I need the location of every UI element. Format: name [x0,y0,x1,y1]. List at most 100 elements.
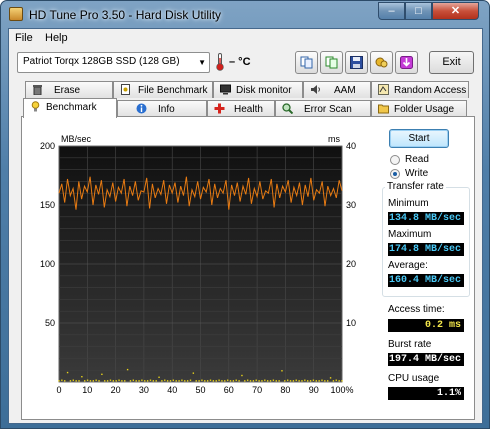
access-time-point [206,380,209,382]
x-tick-label: 30 [139,385,149,395]
transfer-rate-title: Transfer rate [385,181,446,192]
access-time-point [132,379,135,381]
access-time-point [78,380,80,382]
read-radio-dot [390,155,400,165]
access-time-point [158,376,160,378]
access-time-point [141,379,143,381]
tab-label: Random Access [394,85,467,96]
y-tick-right-label: 20 [346,259,356,269]
access-time-point [84,380,86,382]
save-icon [350,56,363,69]
access-time-point [109,379,112,381]
maximize-button[interactable]: □ [405,2,432,20]
access-time-point [306,380,309,382]
access-time-point [86,379,89,381]
access-time-point [226,379,229,381]
save-button[interactable] [345,51,368,74]
exit-button[interactable]: Exit [429,51,474,74]
close-button[interactable]: ✕ [432,2,479,20]
start-button[interactable]: Start [389,129,449,148]
copy-button[interactable] [295,51,318,74]
access-time-point [201,379,203,381]
menu-file[interactable]: File [15,32,33,44]
tab-file-benchmark[interactable]: File Benchmark [113,81,213,98]
tab-info[interactable]: Info [117,100,207,117]
copy-icon [300,56,313,69]
drive-select[interactable]: Patriot Torqx 128GB SSD (128 GB) ▼ [17,52,210,73]
options-icon [375,57,388,68]
access-time-point [146,380,149,382]
access-time-point [112,380,115,382]
burst-rate-value: 197.4 MB/sec [388,353,464,366]
access-time-point [121,380,123,382]
tab-aam[interactable]: AAM [303,81,371,98]
access-time-point [212,380,215,382]
random-access-icon [378,84,389,95]
x-tick-label: 0 [56,385,61,395]
benchmark-chart: MB/sec ms 200 150 100 50 40 30 20 10 0 10 20 30 40 50 60… [22,117,382,419]
access-time-point [92,380,95,382]
folder-icon [378,104,389,114]
tab-random-access[interactable]: Random Access [371,81,469,98]
copy-info-button[interactable] [320,51,343,74]
average-label: Average: [388,260,428,271]
download-button[interactable] [395,51,418,74]
access-time-point [72,379,74,381]
minimize-button[interactable]: – [378,2,405,20]
tab-label: File Benchmark [138,85,208,96]
file-icon [121,84,130,95]
tab-health[interactable]: Health [207,100,275,117]
access-time-point [189,379,192,381]
menu-help[interactable]: Help [45,32,68,44]
access-time-point [66,371,69,374]
tab-label: Benchmark [46,102,97,113]
burst-rate-label: Burst rate [388,339,432,350]
tab-error-scan[interactable]: Error Scan [275,100,371,117]
tab-erase[interactable]: Erase [25,81,113,98]
access-time-point [246,379,249,381]
access-time-point [104,380,106,382]
cpu-usage-label: CPU usage [388,373,440,384]
access-time-point [292,380,295,382]
access-time-point [184,380,186,382]
title-bar[interactable]: HD Tune Pro 3.50 - Hard Disk Utility – □… [1,1,489,29]
minimum-label: Minimum [388,198,429,209]
options-button[interactable] [370,51,393,74]
access-time-point [312,379,315,381]
tab-benchmark[interactable]: Benchmark [23,98,117,118]
access-time-point [238,380,240,382]
y-tick-right-label: 30 [346,200,356,210]
write-radio[interactable]: Write [390,168,470,181]
tab-disk-monitor[interactable]: Disk monitor [213,81,303,98]
access-time-point [115,380,117,382]
trash-icon [33,85,42,95]
x-tick-label: 60 [224,385,234,395]
x-tick-label: 40 [167,385,177,395]
tab-folder-usage[interactable]: Folder Usage [371,100,467,117]
access-time-point [126,368,129,371]
access-time-point [118,379,120,381]
access-time-point [304,379,306,381]
y-tick-right-label: 40 [346,141,356,151]
access-time-point [275,380,277,382]
access-time-point [204,380,206,382]
tab-label: AAM [334,85,356,96]
health-cross-icon [214,103,225,114]
access-time-point [244,380,246,382]
access-time-point [69,380,72,382]
access-time-point [315,380,317,382]
access-time-point [138,380,140,382]
access-time-point [106,380,109,382]
access-time-point [335,379,337,381]
read-radio[interactable]: Read [390,154,470,167]
x-tick-label: 70 [252,385,262,395]
client-area: File Help Patriot Torqx 128GB SSD (128 G… [8,28,483,424]
access-time-point [152,380,155,382]
maximum-value: 174.8 MB/sec [388,243,464,256]
access-time-point [175,380,177,382]
access-time-point [166,380,169,382]
access-time-point [229,380,232,382]
access-time-point [215,380,217,382]
thermometer-icon [216,53,224,71]
access-time-point [332,380,335,382]
